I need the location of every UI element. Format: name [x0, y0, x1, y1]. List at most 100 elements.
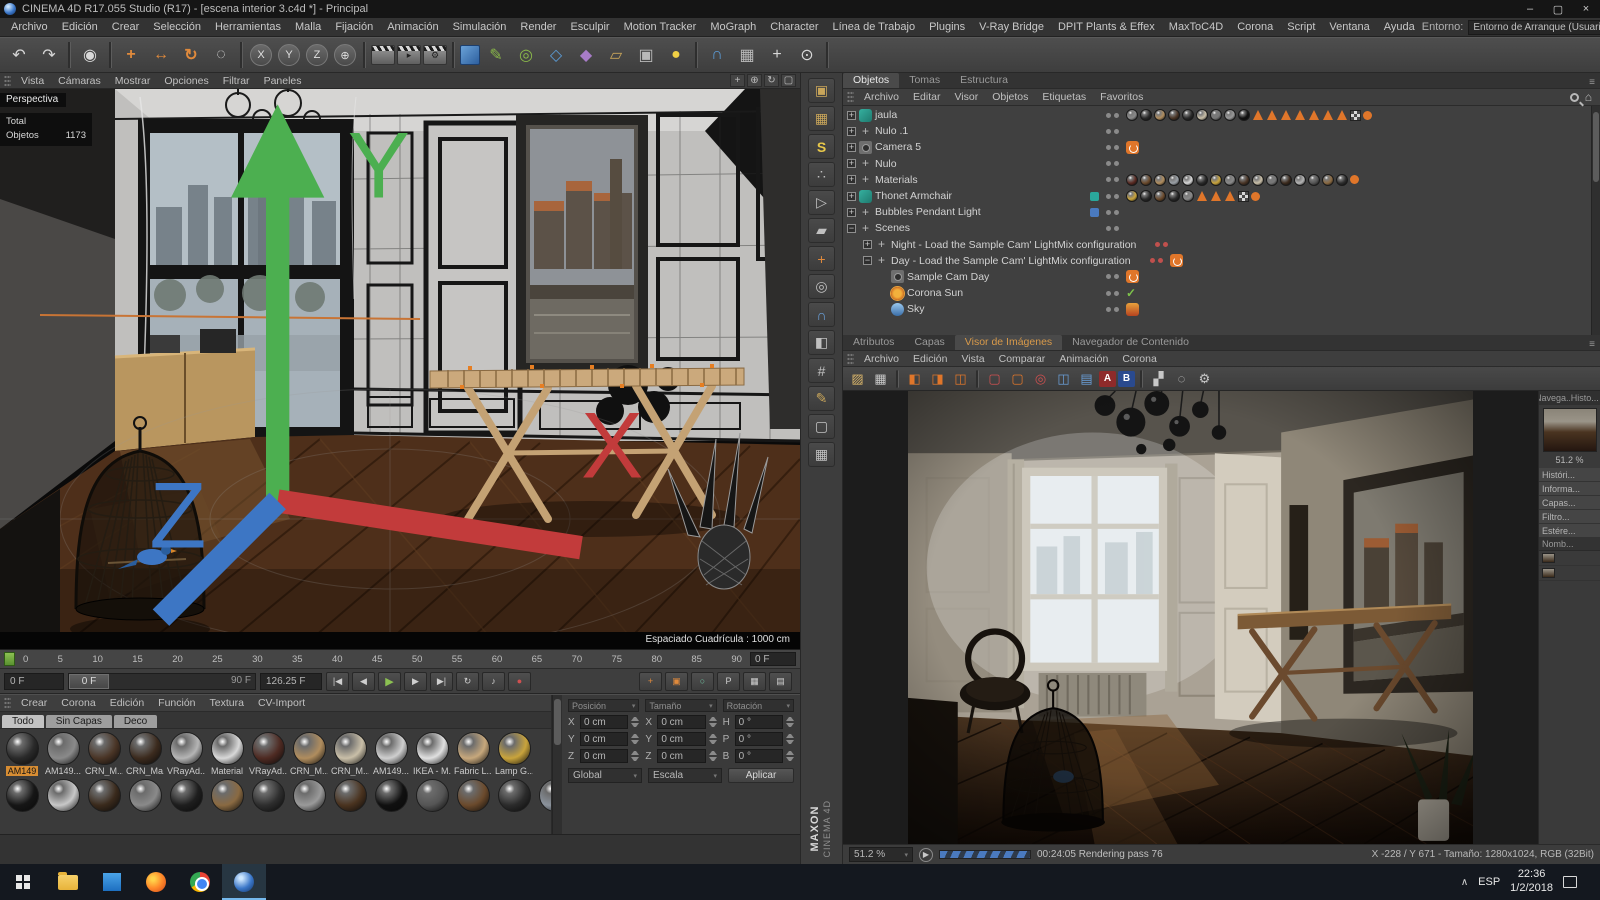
firefox-icon[interactable]	[134, 864, 178, 900]
visibility-dots-icon[interactable]	[1106, 194, 1119, 199]
material-item[interactable]: Material	[209, 732, 245, 776]
object-tree-row[interactable]: Materials	[843, 172, 1600, 188]
goto-end-button[interactable]: ▶|	[430, 671, 453, 691]
search-icon[interactable]	[1569, 92, 1579, 102]
object-tree-row[interactable]: Sky	[843, 301, 1600, 317]
ab-compare-button[interactable]: ◫	[1053, 369, 1074, 389]
menu-item[interactable]: Character	[763, 18, 825, 37]
stepper-icon[interactable]	[786, 715, 794, 729]
pan-viewport-button[interactable]: +	[763, 41, 791, 69]
material-tag-icon[interactable]	[1238, 109, 1250, 122]
material-item[interactable]	[414, 779, 450, 812]
language-indicator[interactable]: ESP	[1478, 876, 1500, 888]
material-menu-item[interactable]: Textura	[203, 697, 251, 709]
material-tag-icon[interactable]	[1322, 173, 1334, 186]
panel-menu-icon[interactable]: ≡	[1584, 77, 1600, 88]
material-tag-icon[interactable]	[1308, 173, 1320, 186]
close-button[interactable]: ×	[1572, 0, 1600, 18]
object-menu-item[interactable]: Visor	[947, 91, 985, 103]
material-preview-sphere[interactable]	[5, 779, 39, 812]
menu-item[interactable]: Ayuda	[1377, 18, 1422, 37]
sidebar-tab[interactable]: Navega...	[1539, 391, 1570, 405]
material-item[interactable]	[496, 779, 532, 812]
lower-panel-tab[interactable]: Atributos	[843, 335, 904, 350]
size-mode-select[interactable]: Escala ▾	[648, 768, 722, 783]
material-tag-icon[interactable]	[1140, 190, 1152, 203]
material-item[interactable]	[455, 779, 491, 812]
size-field[interactable]: 0 cm	[657, 749, 706, 763]
menu-item[interactable]: Crear	[105, 18, 147, 37]
corona-tag-icon[interactable]	[1169, 254, 1183, 268]
menu-item[interactable]: Animación	[380, 18, 445, 37]
frame-rate-field[interactable]: 126.25 F	[260, 672, 322, 690]
material-preview-sphere[interactable]	[46, 779, 80, 812]
material-preview-sphere[interactable]	[497, 732, 531, 765]
redo-icon[interactable]: ↷	[35, 41, 63, 69]
material-menu-item[interactable]: Función	[151, 697, 202, 709]
sidebar-section-tab[interactable]: Históri...	[1539, 468, 1600, 482]
expand-icon[interactable]	[863, 256, 872, 266]
panel-grip[interactable]	[4, 74, 11, 87]
viewport-menu-item[interactable]: Filtrar	[216, 75, 257, 87]
menu-item[interactable]: Motion Tracker	[617, 18, 704, 37]
material-menu-item[interactable]: Edición	[103, 697, 151, 709]
viewer-menu-item[interactable]: Edición	[906, 353, 954, 365]
texture-tag-icon[interactable]	[1267, 110, 1277, 121]
material-tag-icon[interactable]	[1168, 109, 1180, 122]
coordinate-header[interactable]: Tamaño ▾	[645, 699, 717, 712]
visibility-dots-icon[interactable]	[1155, 242, 1168, 247]
lock-x-axis-button[interactable]: X	[250, 44, 272, 66]
visibility-dots-icon[interactable]	[1106, 113, 1119, 118]
material-tag-icon[interactable]	[1252, 173, 1264, 186]
viewer-settings-button[interactable]: ⚙	[1194, 369, 1215, 389]
rotation-field[interactable]: 0 °	[734, 715, 783, 729]
panel-menu-icon[interactable]: ≡	[1584, 339, 1600, 350]
menu-item[interactable]: Fijación	[328, 18, 380, 37]
record-position-button[interactable]: +	[639, 671, 662, 691]
material-preview-sphere[interactable]	[87, 779, 121, 812]
entorno-select[interactable]: Entorno de Arranque (Usuario) ▾	[1468, 19, 1600, 35]
expand-icon[interactable]	[847, 126, 856, 136]
position-field[interactable]: 0 cm	[580, 749, 629, 763]
material-item[interactable]: CRN_M...	[85, 732, 123, 776]
material-preview-sphere[interactable]	[292, 732, 326, 765]
last-tool-icon[interactable]: ◌	[207, 41, 235, 69]
object-menu-item[interactable]: Editar	[906, 91, 947, 103]
stepper-icon[interactable]	[631, 732, 639, 746]
menu-item[interactable]: Render	[513, 18, 563, 37]
menu-item[interactable]: Plugins	[922, 18, 972, 37]
live-selection-icon[interactable]: ◉	[76, 41, 104, 69]
frame-b-button[interactable]: ▢	[1007, 369, 1028, 389]
object-menu-item[interactable]: Objetos	[985, 91, 1035, 103]
material-preview-sphere[interactable]	[128, 779, 162, 812]
material-preview-sphere[interactable]	[497, 779, 531, 812]
menu-item[interactable]: Ventana	[1322, 18, 1376, 37]
sidebar-section-tab[interactable]: Informa...	[1539, 482, 1600, 496]
version-a-button[interactable]: A	[1099, 370, 1116, 387]
size-field[interactable]: 0 cm	[657, 715, 706, 729]
stepper-icon[interactable]	[709, 732, 717, 746]
compare-vertical-button[interactable]: ◨	[927, 369, 948, 389]
menu-item[interactable]: V-Ray Bridge	[972, 18, 1051, 37]
material-tag-icon[interactable]	[1196, 173, 1208, 186]
texture-tag-icon[interactable]	[1309, 110, 1319, 121]
material-item[interactable]	[127, 779, 163, 812]
expand-icon[interactable]	[847, 110, 856, 120]
add-generator-button[interactable]: ◎	[512, 41, 540, 69]
object-manager-tab[interactable]: Objetos	[843, 73, 900, 88]
timeline-range-slider[interactable]: 0 F 90 F	[68, 672, 256, 690]
ram-play-button[interactable]: ▶	[919, 847, 933, 862]
material-menu-item[interactable]: Corona	[54, 697, 102, 709]
material-item[interactable]	[209, 779, 245, 812]
stepper-icon[interactable]	[709, 749, 717, 763]
visibility-dots-icon[interactable]	[1106, 307, 1119, 312]
menu-item[interactable]: Malla	[288, 18, 328, 37]
material-item[interactable]	[537, 779, 551, 812]
start-button[interactable]	[0, 864, 46, 900]
object-menu-item[interactable]: Favoritos	[1093, 91, 1150, 103]
menu-item[interactable]: Esculpir	[563, 18, 616, 37]
material-item[interactable]	[4, 779, 40, 812]
material-tag-icon[interactable]	[1126, 190, 1138, 203]
target-button[interactable]: ◎	[1030, 369, 1051, 389]
object-tree-row[interactable]: Day - Load the Sample Cam' LightMix conf…	[843, 253, 1600, 269]
